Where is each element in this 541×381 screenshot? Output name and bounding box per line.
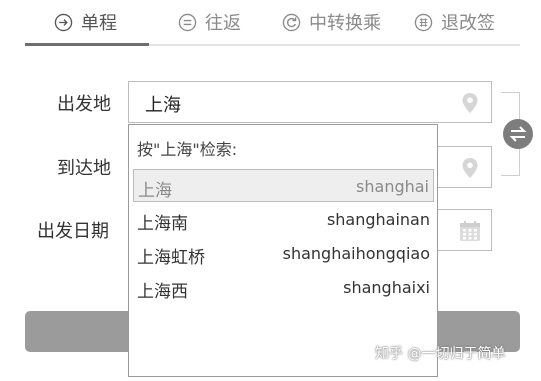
- station-pinyin: shanghainan: [326, 210, 430, 229]
- refund-icon: [414, 13, 433, 31]
- active-tab-indicator: [25, 43, 149, 46]
- station-pinyin: shanghaihongqiao: [282, 244, 430, 263]
- tab-transfer[interactable]: 中转换乘: [282, 8, 381, 36]
- station-suggestion-dropdown: 按"上海"检索: 上海 shanghai 上海南 shanghainan 上海虹…: [128, 124, 438, 377]
- suggestion-item[interactable]: 上海 shanghai: [133, 169, 434, 202]
- location-pin-icon: [462, 93, 478, 113]
- departure-date-input[interactable]: [437, 209, 492, 251]
- suggestion-item[interactable]: 上海虹桥 shanghaihongqiao: [133, 237, 434, 270]
- station-name: 上海: [138, 181, 172, 201]
- suggestion-item[interactable]: 上海南 shanghainan: [133, 203, 434, 236]
- round-trip-icon: [178, 13, 197, 31]
- trip-type-tabs: 单程 往返 中转换乘 退改签: [25, 0, 520, 46]
- departure-input[interactable]: 上海: [128, 81, 492, 123]
- swap-icon: [509, 126, 527, 142]
- dropdown-header: 按"上海"检索:: [137, 140, 238, 159]
- tab-label: 往返: [205, 13, 241, 34]
- station-name: 上海虹桥: [137, 248, 205, 268]
- tab-label: 中转换乘: [309, 13, 381, 34]
- transfer-icon: [282, 13, 301, 31]
- calendar-icon: [460, 221, 480, 241]
- suggestion-item[interactable]: 上海西 shanghaixi: [133, 271, 434, 304]
- station-name: 上海南: [137, 214, 188, 234]
- station-name: 上海西: [137, 282, 188, 302]
- tab-label: 单程: [81, 13, 117, 34]
- location-pin-icon: [462, 158, 478, 178]
- station-pinyin: shanghaixi: [343, 278, 430, 297]
- tab-round-trip[interactable]: 往返: [178, 8, 241, 36]
- one-way-icon: [54, 13, 73, 31]
- tab-label: 退改签: [441, 13, 495, 34]
- watermark: 知乎 @一切归于简单: [375, 346, 506, 362]
- departure-label: 出发地: [57, 94, 111, 115]
- departure-input-value: 上海: [145, 95, 181, 116]
- departure-date-label: 出发日期: [37, 221, 109, 242]
- tab-refund[interactable]: 退改签: [414, 8, 495, 36]
- station-pinyin: shanghai: [356, 177, 429, 196]
- swap-stations-button[interactable]: [503, 119, 533, 149]
- tab-one-way[interactable]: 单程: [54, 8, 117, 36]
- arrival-input[interactable]: [437, 146, 492, 188]
- arrival-label: 到达地: [57, 158, 111, 179]
